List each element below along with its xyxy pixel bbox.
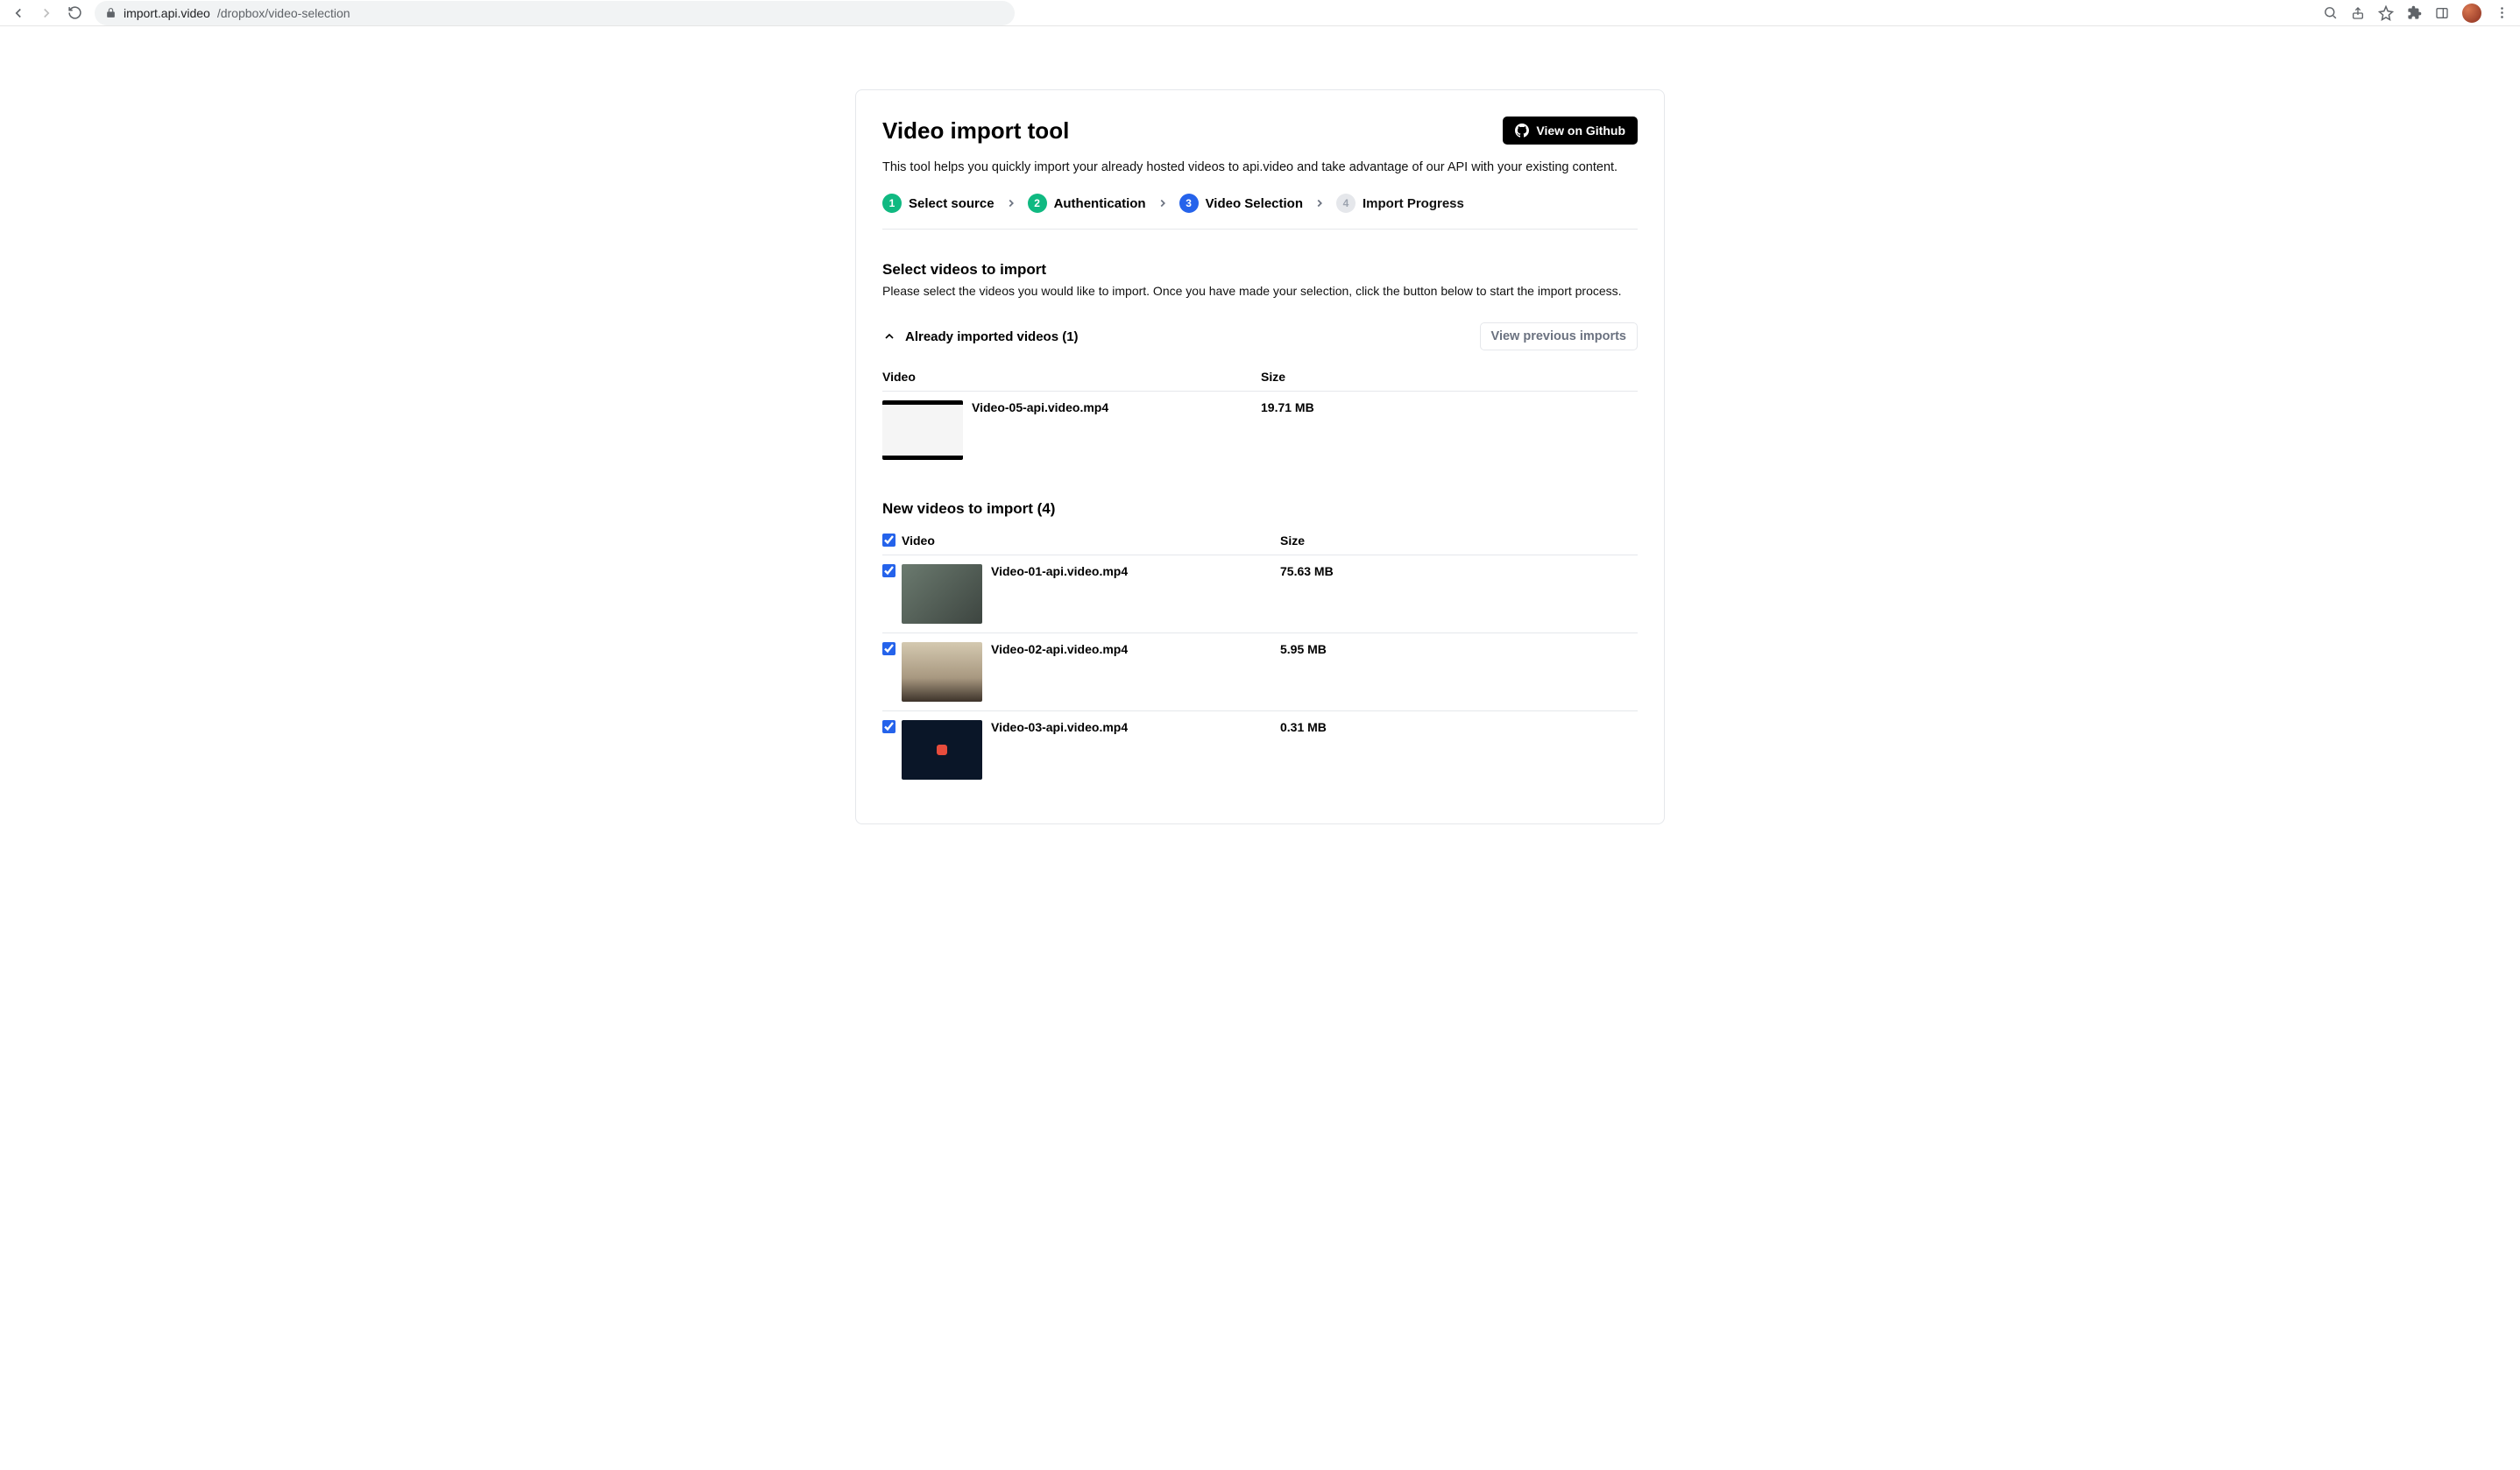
main-card: Video import tool View on Github This to… — [855, 89, 1665, 824]
chevron-right-icon — [1005, 197, 1017, 209]
step-authentication[interactable]: 2 Authentication — [1028, 194, 1146, 213]
share-icon[interactable] — [2350, 5, 2366, 21]
table-row: Video-01-api.video.mp4 75.63 MB — [882, 555, 1638, 633]
forward-button[interactable] — [39, 5, 54, 21]
page-title: Video import tool — [882, 117, 1069, 145]
url-path: /dropbox/video-selection — [217, 6, 350, 20]
github-button-label: View on Github — [1536, 124, 1625, 138]
video-name: Video-01-api.video.mp4 — [991, 564, 1128, 578]
step-import-progress: 4 Import Progress — [1336, 194, 1464, 213]
already-imported-table: Video Size Video-05-api.video.mp4 19.71 … — [882, 363, 1638, 469]
row-checkbox[interactable] — [882, 642, 895, 655]
back-button[interactable] — [11, 5, 26, 21]
video-size: 0.31 MB — [1280, 720, 1638, 780]
video-size: 75.63 MB — [1280, 564, 1638, 624]
video-name: Video-02-api.video.mp4 — [991, 642, 1128, 656]
reload-button[interactable] — [67, 5, 82, 21]
select-all-checkbox[interactable] — [882, 534, 895, 547]
zoom-icon[interactable] — [2322, 5, 2338, 21]
browser-chrome: import.api.video/dropbox/video-selection — [0, 0, 2520, 26]
page-subtitle: This tool helps you quickly import your … — [882, 160, 1638, 174]
view-on-github-button[interactable]: View on Github — [1503, 117, 1638, 145]
view-previous-imports-button[interactable]: View previous imports — [1480, 322, 1638, 350]
select-videos-desc: Please select the videos you would like … — [882, 284, 1638, 298]
address-bar[interactable]: import.api.video/dropbox/video-selection — [95, 1, 1015, 25]
column-header-video: Video — [882, 370, 1261, 384]
table-row: Video-05-api.video.mp4 19.71 MB — [882, 392, 1638, 469]
video-thumbnail — [902, 642, 982, 702]
step-select-source[interactable]: 1 Select source — [882, 194, 995, 213]
column-header-video: Video — [902, 534, 1280, 548]
stepper: 1 Select source 2 Authentication 3 Video… — [882, 194, 1638, 230]
github-icon — [1515, 124, 1529, 138]
select-videos-heading: Select videos to import — [882, 261, 1638, 279]
row-checkbox[interactable] — [882, 720, 895, 733]
video-thumbnail — [902, 720, 982, 780]
sidepanel-icon[interactable] — [2434, 5, 2450, 21]
chevron-up-icon — [882, 329, 896, 343]
chevron-right-icon — [1157, 197, 1169, 209]
star-icon[interactable] — [2378, 5, 2394, 21]
video-thumbnail — [902, 564, 982, 624]
chevron-right-icon — [1313, 197, 1326, 209]
extensions-icon[interactable] — [2406, 5, 2422, 21]
video-thumbnail — [882, 400, 963, 460]
new-videos-table: Video Size Video-01-api.video.mp4 75.63 … — [882, 527, 1638, 788]
table-row: Video-03-api.video.mp4 0.31 MB — [882, 711, 1638, 788]
row-checkbox[interactable] — [882, 564, 895, 577]
step-video-selection: 3 Video Selection — [1179, 194, 1303, 213]
already-imported-toggle[interactable]: Already imported videos (1) — [882, 329, 1079, 344]
new-videos-heading: New videos to import (4) — [882, 500, 1638, 518]
video-size: 19.71 MB — [1261, 400, 1638, 460]
column-header-size: Size — [1280, 534, 1638, 548]
video-size: 5.95 MB — [1280, 642, 1638, 702]
column-header-size: Size — [1261, 370, 1638, 384]
profile-avatar[interactable] — [2462, 4, 2481, 23]
kebab-menu-icon[interactable] — [2494, 5, 2509, 21]
video-name: Video-05-api.video.mp4 — [972, 400, 1108, 414]
lock-icon — [105, 7, 117, 18]
already-imported-label: Already imported videos (1) — [905, 329, 1079, 344]
url-host: import.api.video — [124, 6, 210, 20]
table-row: Video-02-api.video.mp4 5.95 MB — [882, 633, 1638, 711]
video-name: Video-03-api.video.mp4 — [991, 720, 1128, 734]
